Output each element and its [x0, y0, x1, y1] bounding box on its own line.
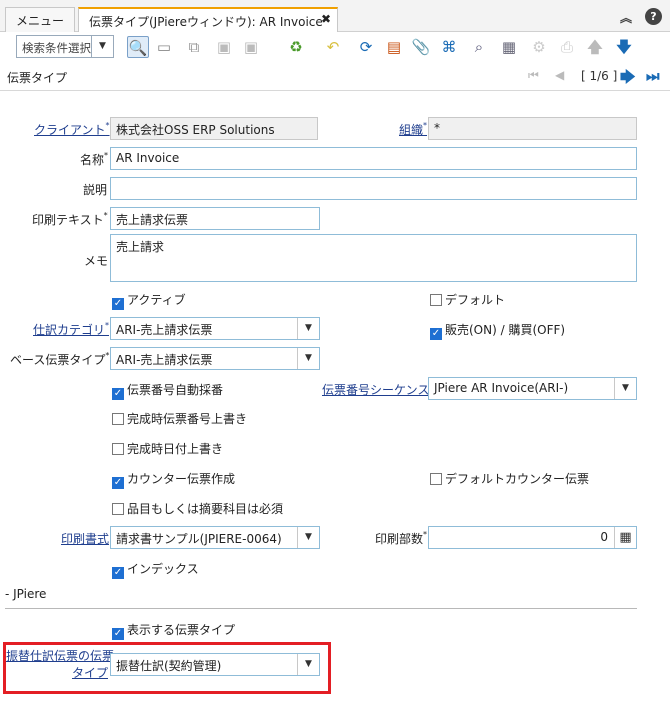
tab-document-type[interactable]: 伝票タイプ(JPiereウィンドウ): AR Invoice ✖ — [78, 7, 338, 33]
process-gear-icon[interactable]: ⚙ — [528, 36, 550, 58]
overwrite-seq-checkbox[interactable]: 完成時伝票番号上書き — [112, 410, 247, 427]
print-icon[interactable]: ⎙ — [556, 36, 578, 58]
close-icon[interactable]: ✖ — [321, 12, 331, 26]
client-label[interactable]: クライアント* — [34, 121, 110, 138]
auto-numbering-checkbox[interactable]: ✓ 伝票番号自動採番 — [112, 381, 223, 400]
grid-toggle-icon[interactable]: ▤ — [383, 36, 405, 58]
chevron-down-icon[interactable]: ▼ — [297, 527, 319, 548]
arrow-up-icon[interactable]: 🡅 — [584, 36, 606, 58]
default-counter-checkbox[interactable]: デフォルトカウンター伝票 — [430, 470, 589, 487]
copies-field[interactable]: 0 ▦ — [428, 526, 637, 549]
magnifier-icon[interactable]: 🔍 — [127, 36, 149, 58]
name-label: 名称* — [80, 151, 109, 167]
org-field[interactable]: * — [428, 117, 637, 140]
delete-icon[interactable]: ♻ — [285, 36, 307, 58]
tab-menu[interactable]: メニュー — [5, 7, 75, 32]
gl-category-select[interactable]: ARI-売上請求伝票 ▼ — [110, 317, 320, 340]
record-position: [ 1/6 ] — [581, 69, 618, 83]
print-format-select[interactable]: 請求書サンプル(JPIERE-0064) ▼ — [110, 526, 320, 549]
default-checkbox[interactable]: デフォルト — [430, 291, 505, 308]
base-doc-type-label: ベース伝票タイプ* — [10, 351, 110, 367]
create-counter-checkbox[interactable]: ✓ カウンター伝票作成 — [112, 470, 235, 489]
jpiere-section-header[interactable]: - JPiere — [5, 587, 46, 601]
highlight-box — [3, 642, 331, 694]
zoom-icon[interactable]: ⌕ — [468, 36, 490, 58]
search-query-text: 検索条件選択 — [22, 41, 91, 55]
tab-document-type-label: 伝票タイプ(JPiereウィンドウ): AR Invoice — [89, 15, 323, 29]
toolbar: 検索条件選択 ▼ 🔍 ▭ ⧉ ▣ ▣ ♻ ↶ ⟳ ▤ 📎 ⌘ ⌕ ▦ ⚙ ⎙ 🡅… — [0, 32, 670, 62]
save-new-icon[interactable]: ▣ — [240, 36, 262, 58]
print-text-field[interactable]: 売上請求伝票 — [110, 207, 320, 230]
display-doc-type-checkbox[interactable]: ✓ 表示する伝票タイプ — [112, 621, 235, 640]
memo-label: メモ — [84, 254, 109, 268]
attachment-icon[interactable]: 📎 — [410, 36, 432, 58]
charge-mandatory-checkbox[interactable]: 品目もしくは摘要科目は必須 — [112, 500, 283, 517]
memo-textarea[interactable]: 売上請求 — [110, 234, 637, 282]
help-icon[interactable]: ? — [645, 8, 662, 25]
page-title: 伝票タイプ — [7, 71, 68, 85]
save-icon[interactable]: ▣ — [213, 36, 235, 58]
chevron-down-icon[interactable]: ▼ — [91, 36, 113, 57]
org-label[interactable]: 組織* — [399, 121, 427, 138]
window-tab-bar: メニュー 伝票タイプ(JPiereウィンドウ): AR Invoice ✖ ︽ … — [0, 0, 670, 33]
new-record-icon[interactable]: ▭ — [153, 36, 175, 58]
description-field[interactable] — [110, 177, 637, 200]
active-checkbox[interactable]: ✓ アクティブ — [112, 291, 186, 310]
last-record-icon[interactable]: ⏭ — [646, 67, 660, 85]
copies-label: 印刷部数* — [375, 530, 428, 546]
search-query-select[interactable]: 検索条件選択 ▼ — [16, 35, 114, 58]
window-header: 伝票タイプ ⏮ ◀ [ 1/6 ] 🡆 ⏭ — [0, 63, 670, 91]
sequence-label[interactable]: 伝票番号シーケンス — [322, 381, 429, 398]
sales-transaction-checkbox[interactable]: ✓ 販売(ON) / 購買(OFF) — [430, 321, 565, 340]
client-field[interactable]: 株式会社OSS ERP Solutions — [110, 117, 318, 140]
previous-record-icon[interactable]: ◀ — [555, 68, 564, 82]
gl-category-label[interactable]: 仕訳カテゴリ* — [33, 321, 109, 338]
first-record-icon[interactable]: ⏮ — [528, 68, 539, 83]
chevron-down-icon[interactable]: ▼ — [297, 348, 319, 369]
arrow-down-icon[interactable]: 🡇 — [613, 36, 635, 58]
undo-icon[interactable]: ↶ — [322, 36, 344, 58]
overwrite-date-checkbox[interactable]: 完成時日付上書き — [112, 440, 223, 457]
next-record-icon[interactable]: 🡆 — [620, 67, 636, 92]
report-icon[interactable]: ▦ — [498, 36, 520, 58]
copy-icon[interactable]: ⧉ — [183, 36, 205, 58]
chevron-down-icon[interactable]: ▼ — [614, 378, 636, 399]
chat-icon[interactable]: ⌘ — [438, 36, 460, 58]
section-divider — [5, 608, 637, 609]
calculator-icon[interactable]: ▦ — [614, 527, 636, 548]
double-chevron-up-icon[interactable]: ︽ — [620, 9, 632, 26]
name-field[interactable]: AR Invoice — [110, 147, 637, 170]
print-text-label: 印刷テキスト* — [32, 211, 108, 227]
chevron-down-icon[interactable]: ▼ — [297, 318, 319, 339]
refresh-icon[interactable]: ⟳ — [355, 36, 377, 58]
base-doc-type-select[interactable]: ARI-売上請求伝票 ▼ — [110, 347, 320, 370]
detail-form: クライアント* 株式会社OSS ERP Solutions 組織* * 名称* … — [0, 92, 670, 705]
description-label: 説明 — [83, 183, 108, 197]
indexed-checkbox[interactable]: ✓ インデックス — [112, 560, 199, 579]
print-format-label[interactable]: 印刷書式 — [61, 530, 109, 547]
sequence-select[interactable]: JPiere AR Invoice(ARI-) ▼ — [428, 377, 637, 400]
